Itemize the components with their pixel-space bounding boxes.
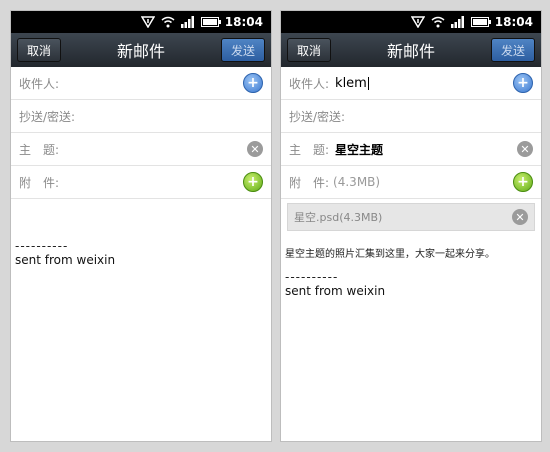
attachment-item[interactable]: 星空.psd(4.3MB) ✕: [287, 203, 535, 231]
phone-screen-filled: 18:04 取消 新邮件 发送 收件人: klem + 抄送/密送: 主 题: …: [280, 10, 542, 442]
add-recipient-icon[interactable]: +: [513, 73, 533, 93]
notification-triangle-icon: [140, 16, 155, 28]
wifi-icon: [161, 16, 175, 28]
battery-icon: [470, 17, 491, 27]
to-field[interactable]: 收件人: klem +: [281, 67, 541, 100]
signal-icon: [450, 16, 465, 28]
signature-text: sent from weixin: [15, 253, 116, 267]
clock: 18:04: [494, 15, 533, 29]
subject-field[interactable]: 主 题: 星空主题 ✕: [281, 133, 541, 166]
cc-label: 抄送/密送:: [289, 109, 346, 124]
send-button[interactable]: 发送: [490, 38, 535, 62]
to-value: klem: [335, 75, 367, 91]
status-bar: 18:04: [281, 11, 541, 33]
attachment-field[interactable]: 附 件: +: [11, 166, 271, 199]
cancel-button[interactable]: 取消: [17, 38, 61, 62]
clear-subject-icon[interactable]: ✕: [247, 141, 263, 157]
subject-label: 主 题:: [19, 142, 60, 157]
signature-separator: ----------: [15, 239, 69, 253]
subject-label: 主 题:: [289, 142, 330, 157]
cc-field[interactable]: 抄送/密送:: [281, 100, 541, 133]
page-title: 新邮件: [386, 42, 435, 61]
to-label: 收件人:: [289, 76, 330, 91]
clear-subject-icon[interactable]: ✕: [517, 141, 533, 157]
remove-attachment-icon[interactable]: ✕: [512, 209, 528, 225]
add-recipient-icon[interactable]: +: [243, 73, 263, 93]
page-title: 新邮件: [116, 42, 165, 61]
status-bar: 18:04: [11, 11, 271, 33]
send-button[interactable]: 发送: [220, 38, 265, 62]
message-body[interactable]: ---------- sent from weixin: [11, 199, 271, 267]
to-input[interactable]: klem: [335, 76, 513, 91]
add-attachment-icon[interactable]: +: [243, 172, 263, 192]
signature-text: sent from weixin: [285, 284, 386, 298]
cancel-button[interactable]: 取消: [287, 38, 331, 62]
notification-triangle-icon: [410, 16, 425, 28]
title-bar: 取消 新邮件 发送: [281, 33, 541, 67]
attachment-label: 附 件:: [289, 175, 330, 190]
text-cursor: [367, 76, 369, 90]
phone-screen-empty: 18:04 取消 新邮件 发送 收件人: + 抄送/密送: 主 题: ✕ 附 件…: [10, 10, 272, 442]
message-body[interactable]: 星空主题的照片汇集到这里，大家一起来分享。 ---------- sent fr…: [281, 235, 541, 298]
attachment-size: (4.3MB): [333, 175, 381, 189]
message-text: 星空主题的照片汇集到这里，大家一起来分享。: [285, 249, 495, 260]
to-field[interactable]: 收件人: +: [11, 67, 271, 100]
add-attachment-icon[interactable]: +: [513, 172, 533, 192]
clock: 18:04: [224, 15, 263, 29]
title-bar: 取消 新邮件 发送: [11, 33, 271, 67]
subject-field[interactable]: 主 题: ✕: [11, 133, 271, 166]
attachment-name: 星空.psd(4.3MB): [294, 211, 383, 224]
cc-field[interactable]: 抄送/密送:: [11, 100, 271, 133]
attachment-field[interactable]: 附 件: (4.3MB) +: [281, 166, 541, 199]
subject-input[interactable]: 星空主题: [335, 141, 517, 158]
to-label: 收件人:: [19, 76, 60, 91]
battery-icon: [200, 17, 221, 27]
cc-label: 抄送/密送:: [19, 109, 76, 124]
signal-icon: [180, 16, 195, 28]
comparison-stage: 18:04 取消 新邮件 发送 收件人: + 抄送/密送: 主 题: ✕ 附 件…: [0, 0, 550, 452]
attachment-label: 附 件:: [19, 175, 60, 190]
signature-separator: ----------: [285, 270, 339, 284]
wifi-icon: [431, 16, 445, 28]
